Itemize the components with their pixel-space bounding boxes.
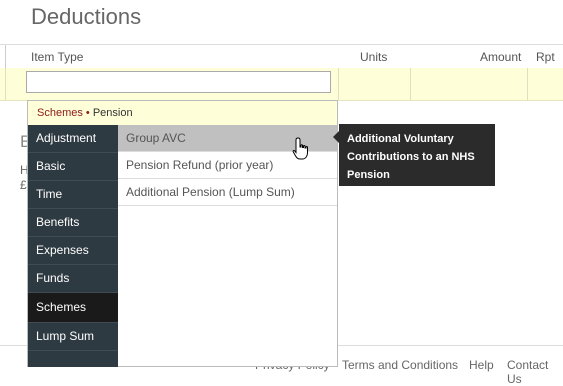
breadcrumb-parent[interactable]: Schemes	[37, 107, 83, 119]
breadcrumb-current: Pension	[92, 107, 133, 119]
header-amount[interactable]: Amount	[480, 50, 521, 64]
grid-header: Item Type Units Amount Rpt	[0, 44, 563, 70]
category-lump-sum[interactable]: Lump Sum	[28, 323, 118, 351]
background-text: £	[20, 178, 27, 192]
hand-pointer-icon	[292, 137, 310, 166]
cell-divider	[5, 68, 6, 100]
new-item-row	[0, 68, 563, 101]
category-adjustment[interactable]: Adjustment	[28, 125, 118, 153]
category-time[interactable]: Time	[28, 181, 118, 209]
category-expenses[interactable]: Expenses	[28, 237, 118, 265]
breadcrumb: Schemes • Pension	[28, 101, 337, 126]
header-item-type[interactable]: Item Type	[31, 50, 83, 64]
cell-divider	[410, 68, 411, 100]
item-tooltip: Additional Voluntary Contributions to an…	[339, 124, 495, 186]
item-type-input[interactable]	[26, 71, 331, 93]
cell-divider	[338, 68, 339, 100]
cell-divider	[527, 68, 528, 100]
breadcrumb-separator: •	[82, 107, 93, 119]
category-funds[interactable]: Funds	[28, 265, 118, 293]
header-divider	[5, 45, 6, 69]
header-rpt[interactable]: Rpt	[536, 50, 555, 64]
item-additional-pension[interactable]: Additional Pension (Lump Sum)	[118, 179, 337, 206]
category-basic[interactable]: Basic	[28, 153, 118, 181]
category-benefits[interactable]: Benefits	[28, 209, 118, 237]
header-units[interactable]: Units	[360, 50, 387, 64]
page-title: Deductions	[31, 4, 142, 29]
category-list: Adjustment Basic Time Benefits Expenses …	[28, 125, 118, 367]
category-schemes[interactable]: Schemes	[28, 293, 118, 323]
help-link[interactable]: Help	[469, 358, 494, 372]
terms-link[interactable]: Terms and Conditions	[342, 358, 458, 372]
